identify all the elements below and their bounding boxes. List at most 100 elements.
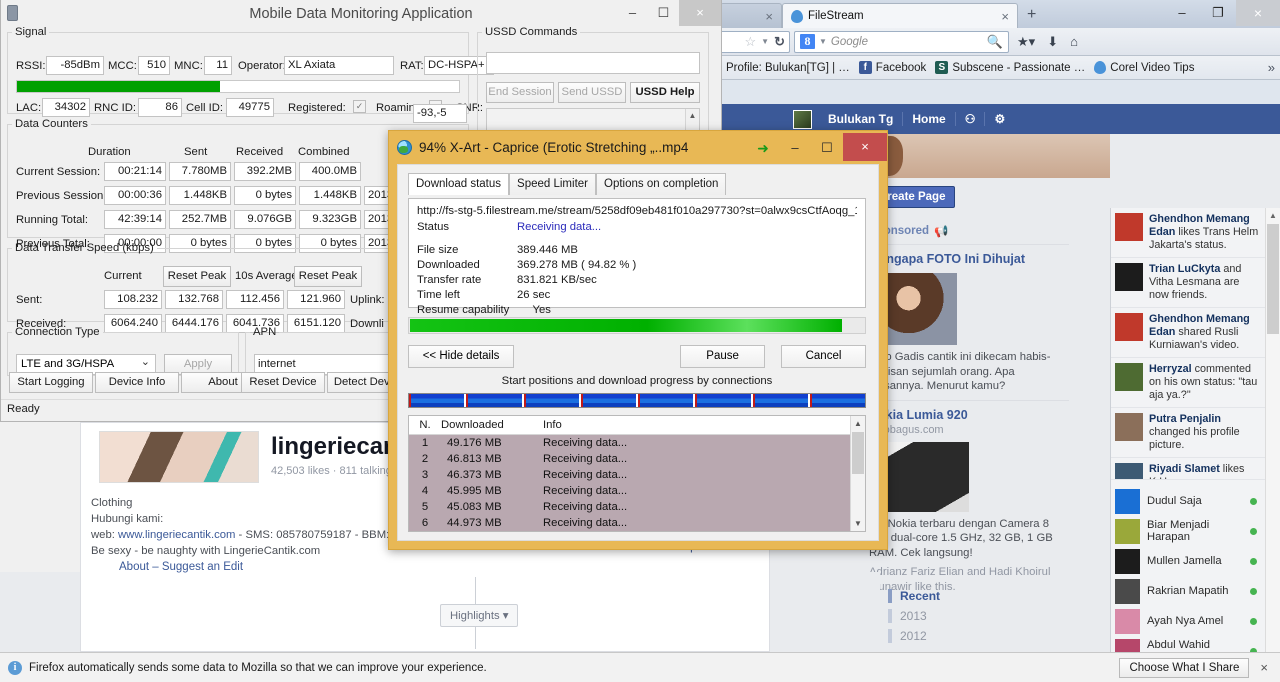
running-total-received[interactable]: 9.076GB (234, 210, 296, 229)
notification-item[interactable]: Ghendhon Memang Edan likes Trans Helm Ja… (1111, 208, 1265, 258)
table-scrollbar[interactable]: ▲ ▼ (850, 416, 865, 531)
reload-icon[interactable]: ↻ (774, 34, 785, 50)
scrollbar-thumb[interactable] (852, 432, 864, 474)
avatar[interactable] (793, 109, 812, 129)
notification-item[interactable]: Herryzal commented on his own status: "t… (1111, 358, 1265, 408)
sent-avg-value[interactable]: 112.456 (226, 290, 284, 309)
mnc-value[interactable]: 11 (204, 56, 232, 75)
ad-title[interactable]: Mengapa FOTO Ini Dihujat (869, 252, 1069, 267)
start-logging-button[interactable]: Start Logging (9, 372, 93, 393)
cancel-button[interactable]: Cancel (781, 345, 866, 368)
table-row[interactable]: 4 45.995 MB Receiving data... (409, 483, 850, 499)
close-tab-icon[interactable]: × (995, 9, 1009, 24)
tab-options-on-completion[interactable]: Options on completion (596, 173, 727, 195)
reset-peak-button-2[interactable]: Reset Peak (294, 266, 362, 287)
sent-current-value[interactable]: 108.232 (104, 290, 162, 309)
notification-item[interactable]: Trian LuCkyta and Vitha Lesmana are now … (1111, 258, 1265, 308)
ussd-input[interactable] (486, 52, 700, 74)
close-icon[interactable]: × (1256, 660, 1272, 675)
table-row[interactable]: 2 46.813 MB Receiving data... (409, 451, 850, 467)
ad-title[interactable]: Nokia Lumia 920 (869, 408, 1069, 423)
reset-device-button[interactable]: Reset Device (241, 372, 325, 393)
bookmark-corel[interactable]: Corel Video Tips (1094, 61, 1194, 74)
table-row[interactable]: 5 45.083 MB Receiving data... (409, 499, 850, 515)
browser-tab-filestream[interactable]: FileStream × (782, 3, 1018, 28)
buddy-item[interactable]: Mullen Jamella (1111, 546, 1265, 576)
previous-session-duration[interactable]: 00:00:36 (104, 186, 166, 205)
current-session-duration[interactable]: 00:21:14 (104, 162, 166, 181)
browser-tab-1[interactable]: × (720, 3, 782, 28)
downloads-icon[interactable]: ⬇ (1043, 34, 1062, 50)
scrollbar-thumb[interactable] (1267, 224, 1279, 334)
notification-item[interactable]: Putra Penjalin changed his profile pictu… (1111, 408, 1265, 458)
maximize-button[interactable]: ☐ (811, 136, 843, 160)
gear-icon[interactable]: ⚙ (985, 112, 1014, 126)
buddy-item[interactable]: Ayah Nya Amel (1111, 606, 1265, 636)
chevron-down-icon[interactable]: ▼ (761, 37, 769, 46)
rnc-value[interactable]: 86 (138, 98, 182, 117)
close-button[interactable]: × (1236, 0, 1280, 26)
home-icon[interactable]: ⌂ (1066, 34, 1082, 49)
year-row[interactable]: 2013 (888, 606, 1018, 626)
table-row[interactable]: 3 46.373 MB Receiving data... (409, 467, 850, 483)
highlights-dropdown[interactable]: Highlights ▾ (440, 604, 519, 627)
buddy-item[interactable]: Dudul Saja (1111, 486, 1265, 516)
buddy-item[interactable]: Biar Menjadi Harapan (1111, 516, 1265, 546)
lac-value[interactable]: 34302 (42, 98, 90, 117)
sent-peak-value[interactable]: 132.768 (165, 290, 223, 309)
buddy-item[interactable]: Rakrian Mapatih (1111, 576, 1265, 606)
connections-table[interactable]: N. Downloaded Info 1 49.176 MB Receiving… (408, 415, 866, 532)
recent-row[interactable]: Recent (888, 586, 1018, 606)
pocket-icon[interactable]: ★▾ (1013, 34, 1039, 50)
page-cover-photo[interactable] (99, 431, 259, 483)
close-button[interactable]: × (843, 132, 887, 161)
minimize-button[interactable]: – (1164, 0, 1200, 26)
new-tab-button[interactable]: + (1018, 4, 1045, 28)
friend-requests-icon[interactable]: ⚇ (956, 112, 986, 126)
send-ussd-button[interactable]: Send USSD (558, 82, 626, 103)
running-total-combined[interactable]: 9.323GB (299, 210, 361, 229)
registered-checkbox[interactable]: ✓ (353, 100, 366, 113)
page-web-link[interactable]: www.lingeriecantik.com (118, 529, 235, 541)
bookmark-profile[interactable]: Profile: Bulukan[TG] | … (726, 62, 850, 74)
previous-session-sent[interactable]: 1.448KB (169, 186, 231, 205)
current-session-sent[interactable]: 7.780MB (169, 162, 231, 181)
previous-session-received[interactable]: 0 bytes (234, 186, 296, 205)
choose-what-i-share-button[interactable]: Choose What I Share (1119, 657, 1250, 678)
table-row[interactable]: 6 44.973 MB Receiving data... (409, 515, 850, 531)
chat-scrollbar[interactable]: ▲ (1265, 208, 1280, 682)
cellid-value[interactable]: 49775 (226, 98, 274, 117)
rssi-value[interactable]: -85dBm (46, 56, 104, 75)
running-total-sent[interactable]: 252.7MB (169, 210, 231, 229)
mcc-value[interactable]: 510 (138, 56, 170, 75)
close-tab-icon[interactable]: × (759, 9, 773, 24)
bookmarks-overflow-icon[interactable]: » (1268, 60, 1275, 75)
fb-user-name[interactable]: Bulukan Tg (819, 112, 904, 126)
previous-session-combined[interactable]: 1.448KB (299, 186, 361, 205)
google-icon[interactable]: 8 (800, 34, 815, 49)
restore-button[interactable]: ❐ (1200, 0, 1236, 26)
table-row[interactable]: 1 49.176 MB Receiving data... (409, 435, 850, 451)
tab-download-status[interactable]: Download status (408, 173, 510, 195)
scroll-up-icon[interactable]: ▲ (686, 109, 699, 123)
scroll-up-icon[interactable]: ▲ (1266, 208, 1280, 223)
hide-details-button[interactable]: << Hide details (408, 345, 515, 368)
bookmark-facebook[interactable]: f Facebook (858, 61, 926, 74)
always-on-top-icon[interactable]: ➜ (747, 136, 779, 160)
notification-item[interactable]: Ghendhon Memang Edan shared Rusli Kurnia… (1111, 308, 1265, 358)
notification-item[interactable]: Riyadi Slamet likes K.H. (1111, 458, 1265, 480)
bookmark-subscene[interactable]: S Subscene - Passionate … (935, 61, 1085, 74)
fb-home-link[interactable]: Home (903, 112, 956, 126)
maximize-button[interactable]: ☐ (648, 0, 679, 26)
ussd-help-button[interactable]: USSD Help (630, 82, 700, 103)
operator-value[interactable]: XL Axiata (284, 56, 394, 75)
pause-button[interactable]: Pause (680, 345, 766, 368)
minimize-button[interactable]: – (617, 0, 648, 26)
end-session-button[interactable]: End Session (486, 82, 554, 103)
bookmark-star-icon[interactable]: ☆ (745, 34, 757, 50)
chevron-down-icon[interactable]: ▼ (819, 37, 827, 46)
current-session-combined[interactable]: 400.0MB (299, 162, 361, 181)
year-row[interactable]: 2012 (888, 626, 1018, 646)
scroll-down-icon[interactable]: ▼ (851, 516, 865, 531)
scroll-up-icon[interactable]: ▲ (851, 416, 865, 431)
